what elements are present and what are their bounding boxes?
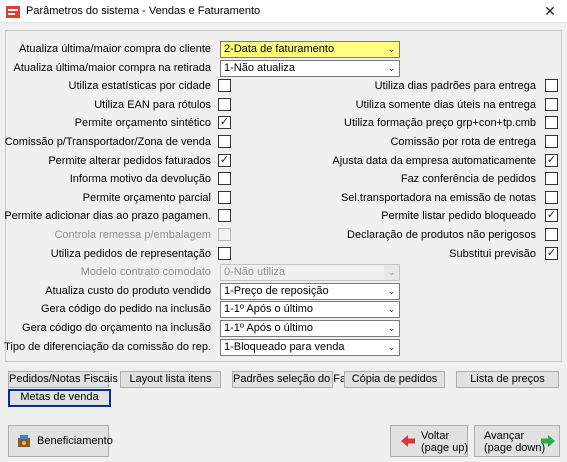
right-row-checkbox[interactable]: ✓ xyxy=(545,154,558,167)
select-value: 1-Não atualiza xyxy=(224,62,295,74)
avancar-line2: (page down) xyxy=(484,442,546,454)
left-row-checkbox[interactable]: ✓ xyxy=(218,154,231,167)
left-row-label: Informa motivo da devolução xyxy=(69,173,211,185)
left-row-label: Controla remessa p/embalagem xyxy=(54,229,211,241)
beneficiamento-button[interactable]: Beneficiamento xyxy=(8,425,113,457)
check-icon: ✓ xyxy=(546,209,557,221)
right-row-label: Permite listar pedido bloqueado xyxy=(381,210,536,222)
pedidos-notas-button[interactable]: Pedidos/Notas Fiscais xyxy=(8,371,118,388)
left-row-label: Gera código do pedido na inclusão xyxy=(40,303,211,315)
select-value: 1-Preço de reposição xyxy=(224,285,329,297)
select-value: 1-1º Após o último xyxy=(224,303,314,315)
right-row-label: Utiliza somente dias úteis na entrega xyxy=(355,99,536,111)
left-row-checkbox[interactable] xyxy=(218,247,231,260)
right-row-label: Declaração de produtos não perigosos xyxy=(347,229,536,241)
right-row-label: Faz conferência de pedidos xyxy=(400,173,536,185)
select-value: 2-Data de faturamento xyxy=(224,43,335,55)
chevron-down-icon[interactable]: ⌄ xyxy=(384,340,399,355)
right-row-label: Comissão por rota de entrega xyxy=(390,136,536,148)
settings-panel: Atualiza última/maior compra do cliente 2… xyxy=(4,30,562,362)
voltar-line1: Voltar xyxy=(421,430,450,442)
forward-arrow-icon xyxy=(541,435,555,447)
window-title: Parâmetros do sistema - Vendas e Faturam… xyxy=(26,5,261,17)
voltar-label: Voltar (page up) xyxy=(421,430,468,454)
left-row-label: Gera código do orçamento na inclusão xyxy=(22,322,211,334)
chevron-down-icon: ⌄ xyxy=(384,265,399,280)
voltar-line2: (page up) xyxy=(421,442,469,454)
chevron-down-icon[interactable]: ⌄ xyxy=(384,42,399,57)
voltar-button[interactable]: Voltar (page up) xyxy=(390,425,468,457)
chevron-down-icon[interactable]: ⌄ xyxy=(384,61,399,76)
select-value: 0-Não utiliza xyxy=(224,266,286,278)
padroes-selecao-button[interactable]: Padrões seleção do Fat. xyxy=(232,371,352,388)
left-row-select[interactable]: 1-1º Após o último ⌄ xyxy=(220,301,400,318)
left-row-select[interactable]: 1-Bloqueado para venda ⌄ xyxy=(220,339,400,356)
left-row-label: Permite orçamento parcial xyxy=(82,192,211,204)
left-row-checkbox[interactable] xyxy=(218,98,231,111)
copia-pedidos-button[interactable]: Cópia de pedidos xyxy=(344,371,445,388)
left-row-select[interactable]: 1-Não atualiza ⌄ xyxy=(220,60,400,77)
left-row-select: 0-Não utiliza ⌄ xyxy=(220,264,400,281)
left-row-label: Atualiza última/maior compra na retirada xyxy=(13,62,211,74)
left-row-label: Permite orçamento sintético xyxy=(74,117,211,129)
right-row-label: Utiliza dias padrões para entrega xyxy=(374,80,536,92)
select-value: 1-Bloqueado para venda xyxy=(224,341,345,353)
back-arrow-icon xyxy=(401,435,415,447)
left-row-checkbox xyxy=(218,228,231,241)
left-row-label: Utiliza EAN para rótulos xyxy=(94,99,211,111)
lista-precos-button[interactable]: Lista de preços xyxy=(456,371,559,388)
avancar-line1: Avançar xyxy=(484,430,525,442)
left-row-label: Permite adicionar dias ao prazo pagamen. xyxy=(4,210,211,222)
chevron-down-icon[interactable]: ⌄ xyxy=(384,302,399,317)
left-row-checkbox[interactable]: ✓ xyxy=(218,116,231,129)
right-row-checkbox[interactable] xyxy=(545,116,558,129)
left-row-label: Atualiza última/maior compra do cliente xyxy=(19,43,211,55)
chevron-down-icon[interactable]: ⌄ xyxy=(384,284,399,299)
check-icon: ✓ xyxy=(546,247,557,259)
avancar-label: Avançar (page down) xyxy=(484,430,545,454)
left-row-checkbox[interactable] xyxy=(218,209,231,222)
left-row-label: Utiliza pedidos de representação xyxy=(50,248,211,260)
left-row-label: Atualiza custo do produto vendido xyxy=(45,285,211,297)
right-row-checkbox[interactable] xyxy=(545,79,558,92)
left-row-select[interactable]: 1-Preço de reposição ⌄ xyxy=(220,283,400,300)
left-row-label: Modelo contrato comodato xyxy=(80,266,211,278)
close-button[interactable]: ✕ xyxy=(533,0,567,23)
beneficiamento-label: Beneficiamento xyxy=(37,435,113,447)
layout-lista-itens-button[interactable]: Layout lista itens xyxy=(120,371,221,388)
right-row-checkbox[interactable]: ✓ xyxy=(545,209,558,222)
select-value: 1-1º Após o último xyxy=(224,322,314,334)
chevron-down-icon[interactable]: ⌄ xyxy=(384,321,399,336)
left-row-label: Comissão p/Transportador/Zona de venda xyxy=(4,136,211,148)
right-row-checkbox[interactable] xyxy=(545,98,558,111)
close-icon: ✕ xyxy=(544,3,556,19)
app-icon xyxy=(6,6,20,18)
check-icon: ✓ xyxy=(219,116,230,128)
left-row-label: Tipo de diferenciação da comissão do rep… xyxy=(4,341,211,353)
left-row-select[interactable]: 1-1º Após o último ⌄ xyxy=(220,320,400,337)
right-row-label: Substitui previsão xyxy=(449,248,536,260)
left-row-checkbox[interactable] xyxy=(218,172,231,185)
right-row-label: Sel.transportadora na emissão de notas xyxy=(340,192,536,204)
left-row-select[interactable]: 2-Data de faturamento ⌄ xyxy=(220,41,400,58)
beneficiamento-icon xyxy=(18,435,30,447)
left-row-label: Utiliza estatísticas por cidade xyxy=(68,80,211,92)
right-row-checkbox[interactable] xyxy=(545,228,558,241)
right-row-label: Ajusta data da empresa automaticamente xyxy=(332,155,536,167)
right-row-label: Utiliza formação preço grp+con+tp.cmb xyxy=(344,117,536,129)
left-row-checkbox[interactable] xyxy=(218,79,231,92)
left-row-label: Permite alterar pedidos faturados xyxy=(48,155,211,167)
title-bar: Parâmetros do sistema - Vendas e Faturam… xyxy=(0,0,567,23)
check-icon: ✓ xyxy=(546,154,557,166)
check-icon: ✓ xyxy=(219,154,230,166)
right-row-checkbox[interactable]: ✓ xyxy=(545,247,558,260)
avancar-button[interactable]: Avançar (page down) xyxy=(474,425,560,457)
right-row-checkbox[interactable] xyxy=(545,172,558,185)
left-row-checkbox[interactable] xyxy=(218,135,231,148)
metas-venda-button[interactable]: Metas de venda xyxy=(8,389,111,407)
right-row-checkbox[interactable] xyxy=(545,135,558,148)
right-row-checkbox[interactable] xyxy=(545,191,558,204)
left-row-checkbox[interactable] xyxy=(218,191,231,204)
